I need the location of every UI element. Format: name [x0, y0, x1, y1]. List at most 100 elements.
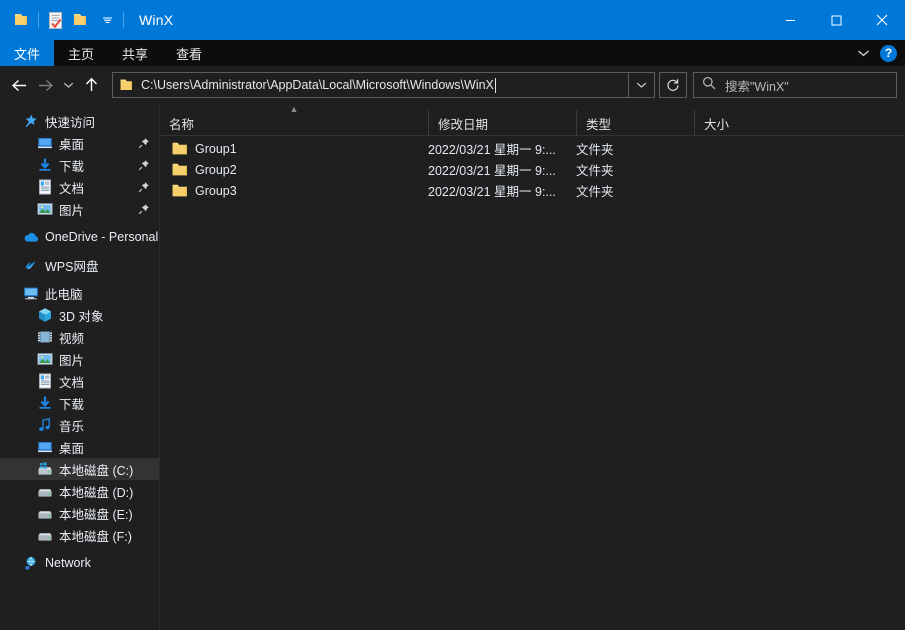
window-title: WinX: [139, 12, 173, 28]
documents-icon: [36, 179, 53, 196]
address-bar[interactable]: C:\Users\Administrator\AppData\Local\Mic…: [112, 72, 655, 98]
column-header-0[interactable]: ▲名称: [160, 110, 428, 136]
navigation-pane[interactable]: 快速访问桌面下载文档图片OneDrive - PersonalWPS网盘此电脑3…: [0, 104, 160, 630]
cell-type: 文件夹: [576, 139, 694, 158]
3d-objects-icon: [36, 307, 53, 324]
maximize-button[interactable]: [813, 0, 859, 40]
sidebar-item-11[interactable]: 文档: [0, 370, 159, 392]
tab-share[interactable]: 共享: [108, 40, 162, 66]
sidebar-item-label: OneDrive - Personal: [45, 230, 158, 244]
network-icon: [22, 555, 39, 572]
file-rows[interactable]: Group12022/03/21 星期一 9:...文件夹Group22022/…: [160, 136, 905, 630]
column-header-row: ▲名称修改日期 类型大小: [160, 110, 905, 136]
table-row[interactable]: Group3 2022/03/21 星期一 9:...文件夹: [160, 180, 905, 201]
customize-chevron-icon[interactable]: [94, 7, 120, 33]
sidebar-item-3[interactable]: 文档: [0, 176, 159, 198]
folder-icon[interactable]: [9, 7, 35, 33]
text-cursor: [495, 78, 496, 93]
drive-icon: [36, 527, 53, 544]
sidebar-item-15[interactable]: 本地磁盘 (C:): [0, 458, 159, 480]
sidebar-item-label: 本地磁盘 (D:): [59, 482, 133, 501]
forward-button[interactable]: [32, 72, 58, 98]
table-row[interactable]: Group12022/03/21 星期一 9:...文件夹: [160, 138, 905, 159]
column-header-label: 修改日期: [438, 114, 488, 133]
column-header-2[interactable]: 类型: [576, 110, 694, 136]
pin-icon[interactable]: [138, 136, 150, 148]
sidebar-item-14[interactable]: 桌面: [0, 436, 159, 458]
address-dropdown-button[interactable]: [629, 72, 655, 98]
sidebar-item-9[interactable]: 视频: [0, 326, 159, 348]
cell-type: 文件夹: [576, 160, 694, 179]
cell-name[interactable]: Group2: [160, 162, 428, 178]
windows-drive-icon: [36, 461, 53, 478]
cell-date: 2022/03/21 星期一 9:...: [428, 160, 576, 179]
sidebar-item-label: 快速访问: [45, 112, 95, 131]
sidebar-item-16[interactable]: 本地磁盘 (D:): [0, 480, 159, 502]
download-icon: [36, 395, 53, 412]
column-header-3[interactable]: 大小: [694, 110, 784, 136]
sidebar-item-12[interactable]: 下载: [0, 392, 159, 414]
documents-icon: [36, 373, 53, 390]
cell-date: 2022/03/21 星期一 9:...: [428, 181, 576, 200]
sidebar-item-4[interactable]: 图片: [0, 198, 159, 220]
sidebar-item-5[interactable]: OneDrive - Personal: [0, 226, 159, 248]
sidebar-item-8[interactable]: 3D 对象: [0, 304, 159, 326]
table-row[interactable]: Group22022/03/21 星期一 9:...文件夹: [160, 159, 905, 180]
back-button[interactable]: [6, 72, 32, 98]
pin-icon[interactable]: [138, 158, 150, 170]
sidebar-item-19[interactable]: Network: [0, 552, 159, 574]
up-button[interactable]: [78, 72, 104, 98]
file-explorer-window: WinX 文件 主页 共享 查看 ?: [0, 0, 905, 630]
close-button[interactable]: [859, 0, 905, 40]
sort-ascending-icon: ▲: [160, 105, 428, 114]
sidebar-item-18[interactable]: 本地磁盘 (F:): [0, 524, 159, 546]
pin-icon[interactable]: [138, 202, 150, 214]
ribbon-tab-bar: 文件 主页 共享 查看 ?: [0, 40, 905, 66]
properties-icon[interactable]: [42, 7, 68, 33]
sidebar-item-1[interactable]: 桌面: [0, 132, 159, 154]
address-input[interactable]: C:\Users\Administrator\AppData\Local\Mic…: [112, 72, 629, 98]
window-body: 快速访问桌面下载文档图片OneDrive - PersonalWPS网盘此电脑3…: [0, 104, 905, 630]
new-folder-icon[interactable]: [68, 7, 94, 33]
sidebar-item-label: 本地磁盘 (F:): [59, 526, 132, 545]
sidebar-item-6[interactable]: WPS网盘: [0, 254, 159, 276]
sidebar-item-label: 本地磁盘 (C:): [59, 460, 133, 479]
recent-locations-button[interactable]: [58, 72, 78, 98]
videos-icon: [36, 329, 53, 346]
sidebar-item-label: 3D 对象: [59, 306, 103, 325]
sidebar-item-label: 视频: [59, 328, 84, 347]
tab-home[interactable]: 主页: [54, 40, 108, 66]
minimize-button[interactable]: [767, 0, 813, 40]
column-header-label: 大小: [704, 114, 729, 133]
navigation-bar: C:\Users\Administrator\AppData\Local\Mic…: [0, 66, 905, 104]
cell-name[interactable]: Group1: [160, 141, 428, 157]
cell-name[interactable]: Group3: [160, 183, 428, 199]
sidebar-item-2[interactable]: 下载: [0, 154, 159, 176]
sidebar-item-label: 桌面: [59, 438, 84, 457]
sidebar-item-13[interactable]: 音乐: [0, 414, 159, 436]
refresh-button[interactable]: [659, 72, 687, 98]
sidebar-item-17[interactable]: 本地磁盘 (E:): [0, 502, 159, 524]
help-button[interactable]: ?: [880, 45, 897, 62]
sidebar-item-label: 文档: [59, 372, 84, 391]
cell-date: 2022/03/21 星期一 9:...: [428, 139, 576, 158]
tab-file[interactable]: 文件: [0, 40, 54, 66]
pin-icon[interactable]: [138, 180, 150, 192]
pictures-icon: [36, 351, 53, 368]
sidebar-item-0[interactable]: 快速访问: [0, 110, 159, 132]
onedrive-icon: [22, 229, 39, 246]
search-icon: [702, 76, 716, 95]
star-pin-icon: [22, 113, 39, 130]
quick-access-toolbar: [0, 0, 127, 40]
folder-icon: [172, 141, 188, 157]
chevron-down-icon[interactable]: [852, 42, 874, 64]
sidebar-item-7[interactable]: 此电脑: [0, 282, 159, 304]
cell-type: 文件夹: [576, 181, 694, 200]
file-name-label: Group3: [195, 184, 237, 198]
column-header-1[interactable]: 修改日期: [428, 110, 576, 136]
pictures-icon: [36, 201, 53, 218]
tab-view[interactable]: 查看: [162, 40, 216, 66]
search-input[interactable]: 搜索"WinX": [693, 72, 897, 98]
sidebar-item-10[interactable]: 图片: [0, 348, 159, 370]
sidebar-item-label: 图片: [59, 200, 84, 219]
